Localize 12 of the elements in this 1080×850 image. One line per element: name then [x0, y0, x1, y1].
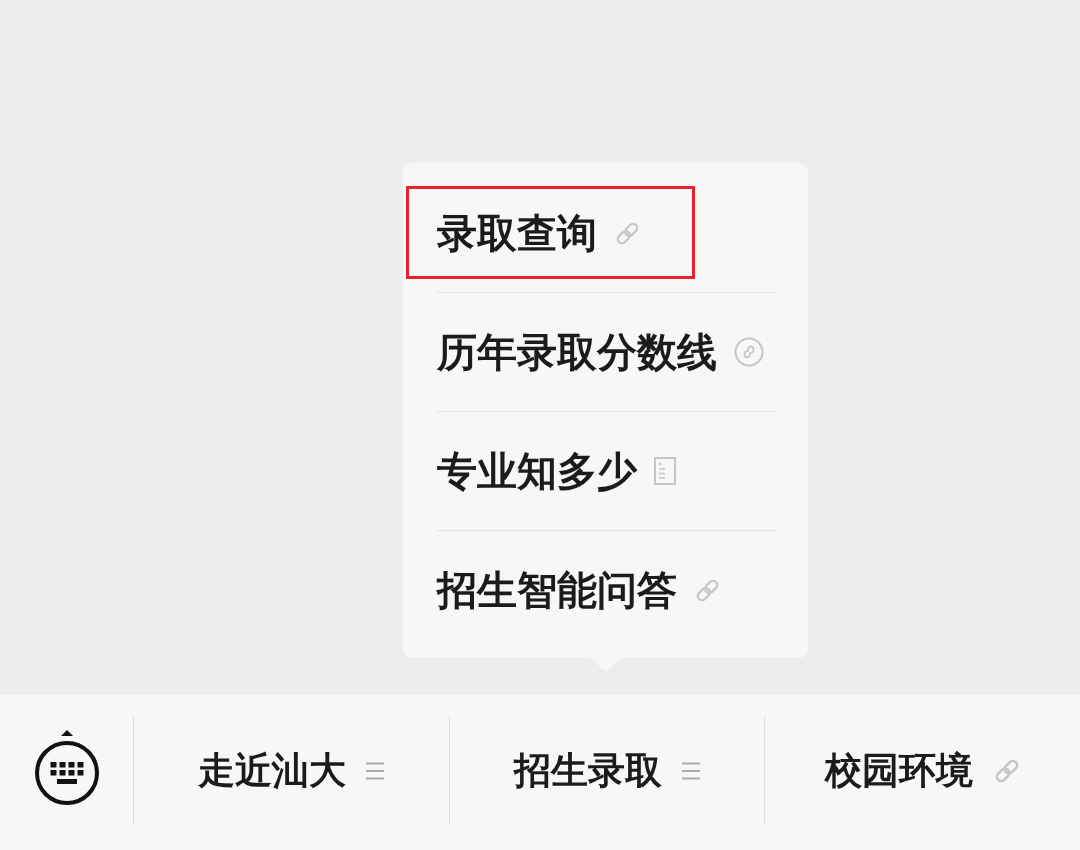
menu-tab[interactable]: 走近汕大	[133, 716, 449, 825]
menu-icon	[366, 761, 385, 780]
menu-item[interactable]: 录取查询	[403, 174, 808, 292]
menu-item[interactable]: 招生智能问答	[403, 531, 808, 649]
menu-tab[interactable]: 校园环境	[764, 716, 1080, 825]
menu-tab[interactable]: 招生录取	[448, 716, 765, 825]
document-icon	[654, 457, 676, 485]
menu-item[interactable]: 历年录取分数线	[403, 293, 808, 411]
keyboard-icon[interactable]	[32, 729, 101, 806]
menu-item[interactable]: 专业知多少	[403, 412, 808, 530]
menu-icon	[682, 761, 700, 780]
circled-link-icon	[734, 337, 764, 367]
